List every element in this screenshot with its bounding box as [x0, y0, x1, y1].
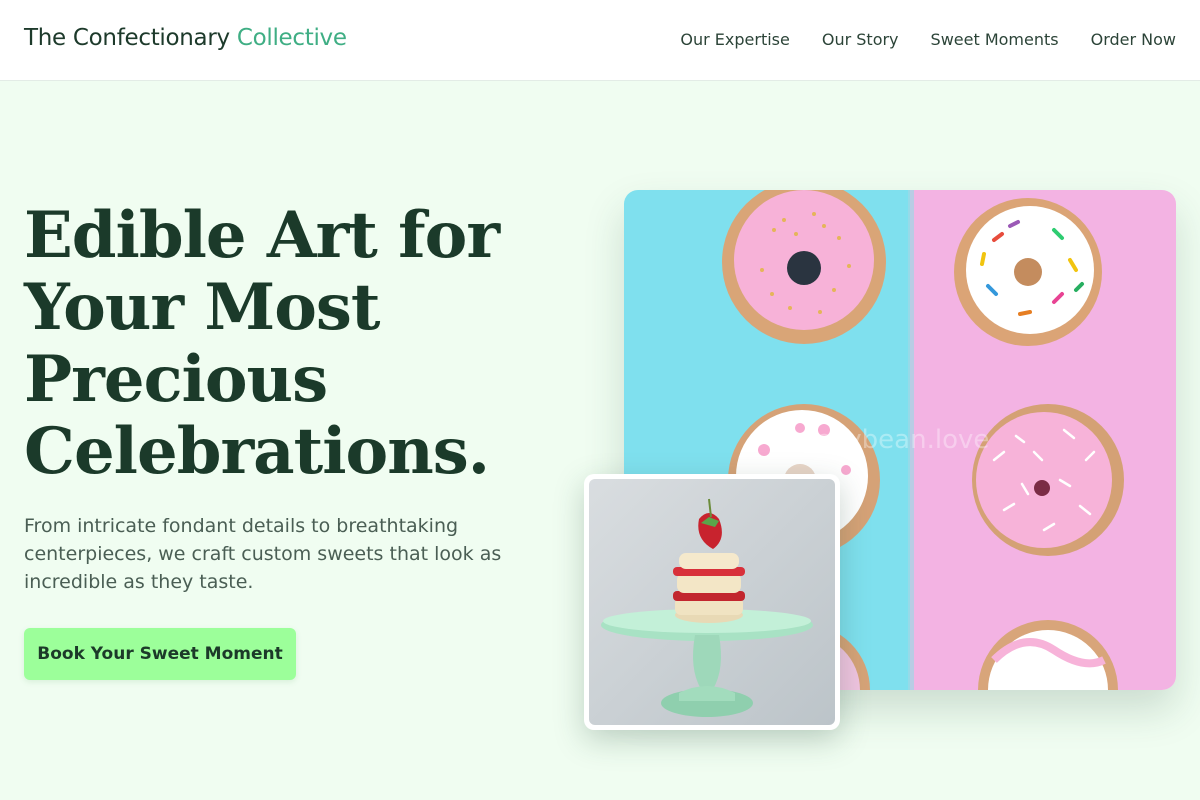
- nav-link-order-now[interactable]: Order Now: [1091, 30, 1176, 49]
- hero-title-line: Your Most: [24, 270, 380, 345]
- hero-title-line: Celebrations.: [24, 414, 490, 489]
- photo-watermark: jellybean.love: [808, 425, 990, 455]
- hero-subtitle: From intricate fondant details to breath…: [24, 515, 502, 593]
- brand-name-accent: Collective: [236, 25, 347, 51]
- nav-link-expertise[interactable]: Our Expertise: [680, 30, 789, 49]
- book-sweet-moment-button[interactable]: Book Your Sweet Moment: [24, 628, 296, 680]
- hero-title-line: Precious: [24, 342, 328, 417]
- nav-link-story[interactable]: Our Story: [822, 30, 899, 49]
- brand-logo[interactable]: The Confectionary Collective: [24, 25, 347, 51]
- hero-title: Edible Art for Your Most Precious Celebr…: [24, 200, 544, 488]
- hero-title-line: Edible Art for: [24, 198, 500, 273]
- site-header: The Confectionary Collective Our Experti…: [0, 0, 1200, 81]
- nav-link-sweet-moments[interactable]: Sweet Moments: [931, 30, 1059, 49]
- brand-name-main: The Confectionary: [24, 25, 230, 51]
- cake-photo: [584, 474, 840, 730]
- main-nav: Our Expertise Our Story Sweet Moments Or…: [680, 30, 1176, 49]
